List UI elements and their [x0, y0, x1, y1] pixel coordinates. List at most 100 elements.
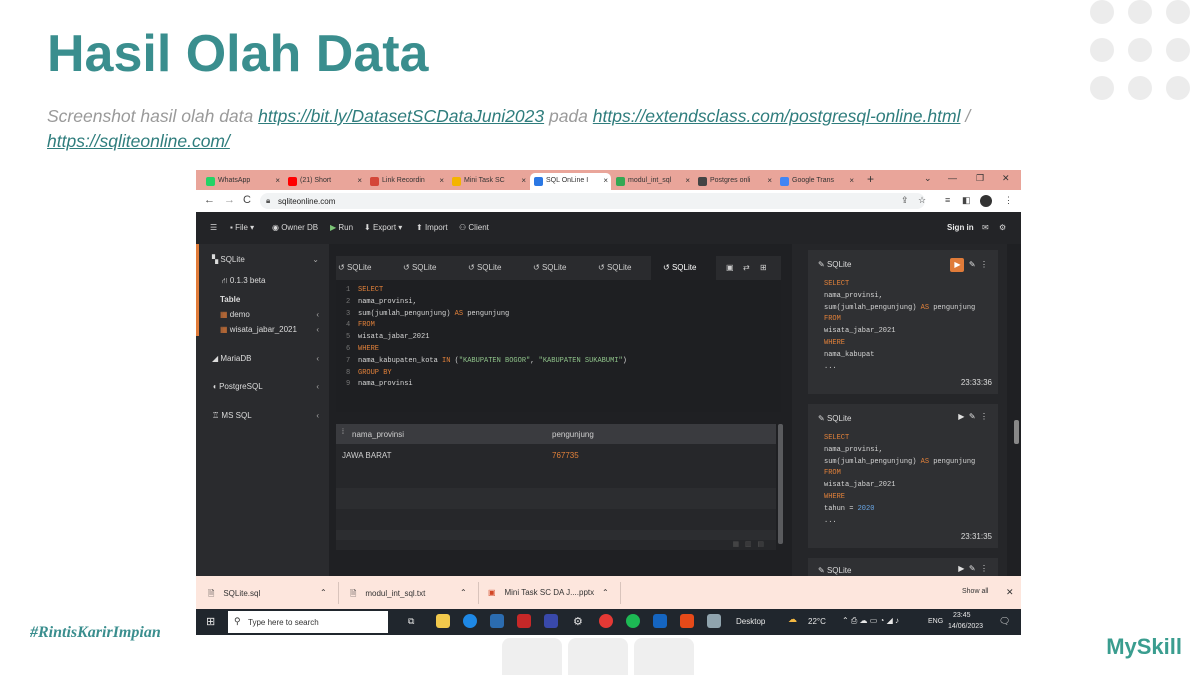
close-tab-icon[interactable]: ×	[849, 176, 854, 185]
close-window-icon[interactable]: ✕	[1002, 173, 1010, 184]
spotify-icon[interactable]	[626, 614, 640, 628]
sidebar-item-postgresql[interactable]: ◖ PostgreSQL	[212, 382, 263, 391]
restore-icon[interactable]: ❐	[976, 173, 984, 184]
close-tab-icon[interactable]: ×	[439, 176, 444, 185]
chevron-left-icon[interactable]: ‹	[316, 411, 319, 420]
photos-icon[interactable]	[653, 614, 667, 628]
reload-icon[interactable]: C	[243, 194, 251, 206]
chevron-left-icon[interactable]: ‹	[316, 354, 319, 363]
more-options-icon[interactable]: ⋮	[980, 412, 988, 421]
client-button[interactable]: ⚇ Client	[459, 223, 489, 232]
weather-temp[interactable]: 22°C	[808, 617, 826, 626]
extendsclass-link[interactable]: https://extendsclass.com/postgresql-onli…	[593, 106, 961, 126]
close-tab-icon[interactable]: ×	[767, 176, 772, 185]
close-tab-icon[interactable]: ×	[275, 176, 280, 185]
new-tab-button[interactable]: +	[867, 172, 874, 186]
run-query-icon[interactable]: ▶	[958, 412, 964, 421]
url-field[interactable]: 🔒︎ sqliteonline.com	[260, 193, 925, 209]
close-tab-icon[interactable]: ×	[521, 176, 526, 185]
chevron-up-icon[interactable]: ⌃	[602, 588, 609, 597]
history-card[interactable]: ✎ SQLite ▶ ✎ ⋮ SELECT nama_provinsi, sum(jum…	[808, 404, 998, 548]
desktop-toolbar[interactable]: Desktop	[736, 617, 765, 626]
chevron-left-icon[interactable]: ‹	[316, 310, 319, 319]
owner-db-button[interactable]: ◉ Owner DB	[272, 223, 318, 232]
table-row[interactable]: JAWA BARAT 767735	[336, 444, 776, 466]
sql-editor[interactable]: 1 SELECT 2 nama_provinsi, 3 sum(jumlah_pengun…	[336, 280, 781, 412]
clock-date[interactable]: 14/06/2023	[948, 623, 983, 630]
sidebar-item-mariadb[interactable]: ◢ MariaDB	[212, 354, 252, 363]
sidebar-toggle-icon[interactable]: ◧	[962, 195, 971, 206]
browser-tab[interactable]: (21) Short ×	[284, 173, 365, 190]
browser-tab[interactable]: modul_int_sql ×	[612, 173, 693, 190]
settings-gear-icon[interactable]: ⚙	[999, 223, 1006, 232]
sidebar-item-sqlite[interactable]: ▚ SQLite	[212, 255, 245, 264]
menu-dots-icon[interactable]: ⋮	[1004, 195, 1013, 206]
dataset-link[interactable]: https://bit.ly/DatasetSCDataJuni2023	[258, 106, 544, 126]
gift-app-icon[interactable]	[517, 614, 531, 628]
settings-icon[interactable]: ⚙	[573, 615, 583, 628]
import-button[interactable]: ⬆ Import	[416, 223, 448, 232]
table-item-demo[interactable]: ▦ demo	[220, 310, 250, 319]
task-view-icon[interactable]: ⧉	[408, 616, 414, 627]
back-icon[interactable]: ←	[204, 194, 215, 206]
save-icon[interactable]: ▣	[726, 263, 734, 272]
close-tab-icon[interactable]: ×	[357, 176, 362, 185]
mail-icon[interactable]: ✉	[982, 223, 989, 232]
clock-time[interactable]: 23:45	[953, 612, 971, 619]
tab-sqlite[interactable]: ↺ SQLite	[403, 263, 436, 272]
tab-sqlite[interactable]: ↺ SQLite	[598, 263, 631, 272]
tab-sqlite[interactable]: ↺ SQLite	[338, 263, 371, 272]
browser-tab[interactable]: Mini Task SC ×	[448, 173, 529, 190]
powerpoint-icon[interactable]	[680, 614, 694, 628]
edge-icon[interactable]	[463, 614, 477, 628]
history-card[interactable]: ✎ SQLite ▶ ✎ ⋮ SELECT nama_provinsi, sum(jum…	[808, 250, 998, 394]
sign-in-link[interactable]: Sign in	[947, 223, 974, 232]
history-card-actions[interactable]: ▶ ✎ ⋮	[958, 412, 988, 421]
column-header[interactable]: nama_provinsi	[352, 430, 404, 439]
tab-sqlite[interactable]: ↺ SQLite	[468, 263, 501, 272]
close-tab-icon[interactable]: ×	[685, 176, 690, 185]
tab-sqlite[interactable]: ↺ SQLite	[663, 263, 696, 272]
file-explorer-icon[interactable]	[436, 614, 450, 628]
chevron-left-icon[interactable]: ‹	[316, 325, 319, 334]
chevron-up-icon[interactable]: ⌃	[460, 588, 467, 597]
chrome-icon[interactable]	[599, 614, 613, 628]
notepad-icon[interactable]	[707, 614, 721, 628]
taskbar-search[interactable]: ⚲ Type here to search	[228, 611, 388, 633]
windows-start-icon[interactable]: ⊞	[206, 615, 215, 628]
vscode-icon[interactable]	[544, 614, 558, 628]
chevron-left-icon[interactable]: ‹	[316, 382, 319, 391]
forward-icon[interactable]: →	[224, 194, 235, 206]
language-indicator[interactable]: ENG	[928, 618, 943, 625]
result-view-icons[interactable]: ▦ ▥ ▤	[732, 540, 764, 548]
swap-icon[interactable]: ⇄	[743, 263, 750, 272]
browser-tab[interactable]: WhatsApp ×	[202, 173, 283, 190]
add-tab-icon[interactable]: ⊞	[760, 263, 767, 272]
history-card-actions[interactable]: ▶ ✎ ⋮	[958, 564, 988, 573]
run-button[interactable]: ▶ Run	[330, 223, 353, 232]
more-options-icon[interactable]: ⋮	[980, 260, 988, 269]
profile-avatar[interactable]	[980, 195, 992, 207]
run-query-icon[interactable]: ▶	[950, 258, 965, 272]
tray-icons[interactable]: ⌃ ⎙ ☁ ▭ ◔ ◢ ♪	[842, 616, 899, 626]
history-card-actions[interactable]: ▶ ✎ ⋮	[950, 258, 988, 272]
sidebar-item-mssql[interactable]: ♖ MS SQL	[212, 411, 252, 420]
tab-sqlite[interactable]: ↺ SQLite	[533, 263, 566, 272]
chevron-down-icon[interactable]: ⌄	[312, 255, 319, 264]
history-scrollbar[interactable]	[1014, 420, 1019, 444]
column-header[interactable]: pengunjung	[552, 430, 594, 439]
browser-tab[interactable]: Link Recordin ×	[366, 173, 447, 190]
browser-tab[interactable]: Postgres onli ×	[694, 173, 775, 190]
download-item[interactable]: ▣ Mini Task SC DA J....pptx	[488, 588, 594, 597]
export-menu[interactable]: ⬇ Export ▾	[364, 223, 402, 232]
download-item[interactable]: 🗎︎ SQLite.sql	[208, 588, 260, 602]
star-icon[interactable]: ☆	[918, 195, 926, 206]
edit-icon[interactable]: ✎	[969, 260, 976, 269]
share-icon[interactable]: ⇪	[901, 195, 909, 206]
notification-icon[interactable]: 🗨︎	[999, 616, 1010, 627]
minimize-icon[interactable]: —	[948, 173, 957, 183]
table-item-wisata[interactable]: ▦ wisata_jabar_2021	[220, 325, 297, 334]
editor-scrollbar[interactable]	[778, 424, 783, 544]
store-icon[interactable]	[490, 614, 504, 628]
history-card[interactable]: ✎ SQLite ▶ ✎ ⋮	[808, 558, 998, 576]
